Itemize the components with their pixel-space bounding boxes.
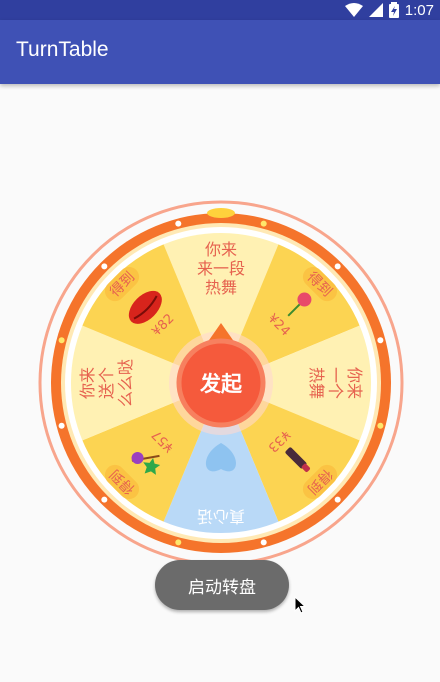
ring-light bbox=[334, 263, 341, 270]
segment-text: 热舞 bbox=[205, 278, 237, 297]
segment-text: 热舞 bbox=[307, 367, 326, 399]
segment-text: 送个 bbox=[97, 367, 116, 399]
ring-light bbox=[175, 539, 182, 546]
start-turntable-button[interactable]: 启动转盘 bbox=[155, 560, 289, 610]
segment-content: 你来一个热舞 bbox=[307, 367, 364, 399]
segment-text: 你来 bbox=[78, 367, 97, 399]
segment-text: 真心话 bbox=[197, 507, 245, 526]
segment-text: 么么哒 bbox=[116, 359, 135, 407]
segment-text: 来一段 bbox=[197, 259, 245, 278]
ring-light bbox=[260, 539, 267, 546]
segment-text: 你来 bbox=[205, 240, 237, 259]
segment-text: 一个 bbox=[326, 367, 345, 399]
ring-light bbox=[58, 422, 65, 429]
center-label: 发起 bbox=[199, 372, 243, 396]
ring-light bbox=[334, 496, 341, 503]
ring-light bbox=[101, 263, 108, 270]
mouse-cursor-icon bbox=[294, 596, 306, 614]
ring-light bbox=[175, 220, 182, 227]
ring-light bbox=[377, 422, 384, 429]
ring-light bbox=[260, 220, 267, 227]
ring-light bbox=[58, 337, 65, 344]
segment-text: 你来 bbox=[345, 367, 364, 399]
ring-light bbox=[101, 496, 108, 503]
top-ornament bbox=[207, 208, 235, 218]
ring-light bbox=[377, 337, 384, 344]
